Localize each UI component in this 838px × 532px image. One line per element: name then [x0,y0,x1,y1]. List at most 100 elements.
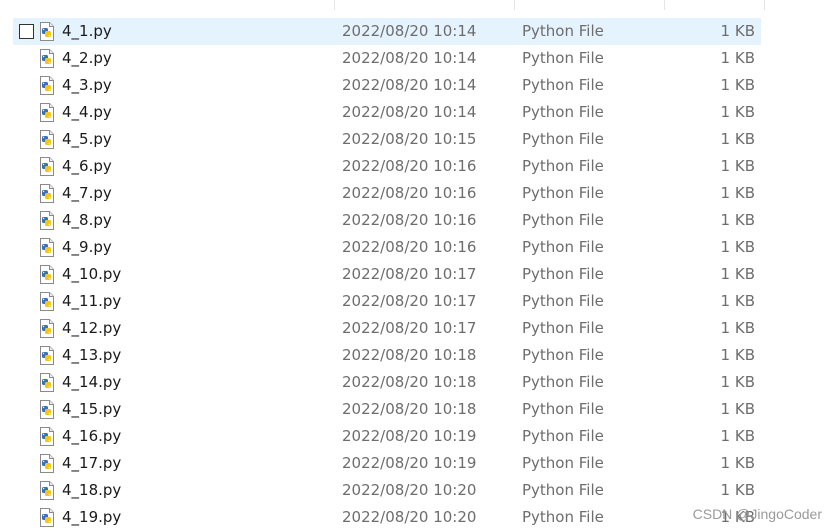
file-name: 4_12.py [62,319,122,337]
file-row[interactable]: 4_13.py 2022/08/20 10:18 Python File 1 K… [13,342,761,369]
file-type: Python File [522,508,604,526]
file-row[interactable]: 4_15.py 2022/08/20 10:18 Python File 1 K… [13,396,761,423]
python-file-icon [39,427,55,446]
file-type: Python File [522,22,604,40]
python-file-icon [39,157,55,176]
file-type: Python File [522,265,604,283]
file-row[interactable]: 4_19.py 2022/08/20 10:20 Python File 1 K… [13,504,761,531]
file-name: 4_8.py [62,211,112,229]
file-date-modified: 2022/08/20 10:17 [342,265,477,283]
file-size: 1 KB [720,481,755,499]
python-file-icon [39,76,55,95]
file-name: 4_2.py [62,49,112,67]
file-row[interactable]: 4_10.py 2022/08/20 10:17 Python File 1 K… [13,261,761,288]
python-file-icon [39,481,55,500]
file-row[interactable]: 4_3.py 2022/08/20 10:14 Python File 1 KB [13,72,761,99]
file-row[interactable]: 4_16.py 2022/08/20 10:19 Python File 1 K… [13,423,761,450]
file-type: Python File [522,292,604,310]
python-file-icon [39,265,55,284]
file-name: 4_4.py [62,103,112,121]
file-date-modified: 2022/08/20 10:16 [342,184,477,202]
file-date-modified: 2022/08/20 10:19 [342,454,477,472]
file-name: 4_16.py [62,427,122,445]
file-size: 1 KB [720,427,755,445]
file-date-modified: 2022/08/20 10:16 [342,157,477,175]
file-row[interactable]: 4_5.py 2022/08/20 10:15 Python File 1 KB [13,126,761,153]
file-type: Python File [522,481,604,499]
file-size: 1 KB [720,103,755,121]
column-divider[interactable] [764,0,765,10]
file-size: 1 KB [720,184,755,202]
column-divider[interactable] [514,0,515,10]
file-row[interactable]: 4_2.py 2022/08/20 10:14 Python File 1 KB [13,45,761,72]
file-type: Python File [522,76,604,94]
file-date-modified: 2022/08/20 10:15 [342,130,477,148]
file-date-modified: 2022/08/20 10:17 [342,292,477,310]
python-file-icon [39,22,55,41]
file-size: 1 KB [720,238,755,256]
file-name: 4_19.py [62,508,122,526]
file-date-modified: 2022/08/20 10:14 [342,22,477,40]
file-type: Python File [522,454,604,472]
file-date-modified: 2022/08/20 10:14 [342,103,477,121]
file-type: Python File [522,319,604,337]
file-row[interactable]: 4_12.py 2022/08/20 10:17 Python File 1 K… [13,315,761,342]
file-row[interactable]: 4_11.py 2022/08/20 10:17 Python File 1 K… [13,288,761,315]
file-size: 1 KB [720,157,755,175]
file-size: 1 KB [720,49,755,67]
file-type: Python File [522,346,604,364]
file-size: 1 KB [720,454,755,472]
file-type: Python File [522,427,604,445]
file-name: 4_18.py [62,481,122,499]
file-name: 4_7.py [62,184,112,202]
file-size: 1 KB [720,76,755,94]
file-row[interactable]: 4_9.py 2022/08/20 10:16 Python File 1 KB [13,234,761,261]
file-type: Python File [522,184,604,202]
file-size: 1 KB [720,292,755,310]
file-name: 4_11.py [62,292,122,310]
file-row[interactable]: 4_17.py 2022/08/20 10:19 Python File 1 K… [13,450,761,477]
file-row[interactable]: 4_8.py 2022/08/20 10:16 Python File 1 KB [13,207,761,234]
row-select-checkbox[interactable] [19,24,34,39]
file-date-modified: 2022/08/20 10:18 [342,346,477,364]
file-row[interactable]: 4_4.py 2022/08/20 10:14 Python File 1 KB [13,99,761,126]
file-row[interactable]: 4_7.py 2022/08/20 10:16 Python File 1 KB [13,180,761,207]
python-file-icon [39,103,55,122]
file-type: Python File [522,157,604,175]
python-file-icon [39,454,55,473]
file-date-modified: 2022/08/20 10:20 [342,508,477,526]
file-name: 4_6.py [62,157,112,175]
file-name: 4_3.py [62,76,112,94]
file-date-modified: 2022/08/20 10:16 [342,211,477,229]
file-size: 1 KB [720,373,755,391]
column-divider[interactable] [334,0,335,10]
file-name: 4_10.py [62,265,122,283]
file-size: 1 KB [720,346,755,364]
python-file-icon [39,346,55,365]
python-file-icon [39,238,55,257]
column-divider[interactable] [664,0,665,10]
file-size: 1 KB [720,400,755,418]
python-file-icon [39,508,55,527]
file-size: 1 KB [720,22,755,40]
file-name: 4_9.py [62,238,112,256]
file-type: Python File [522,130,604,148]
file-row[interactable]: 4_14.py 2022/08/20 10:18 Python File 1 K… [13,369,761,396]
file-date-modified: 2022/08/20 10:20 [342,481,477,499]
file-type: Python File [522,103,604,121]
file-date-modified: 2022/08/20 10:17 [342,319,477,337]
file-row[interactable]: 4_18.py 2022/08/20 10:20 Python File 1 K… [13,477,761,504]
python-file-icon [39,49,55,68]
file-name: 4_5.py [62,130,112,148]
file-name: 4_13.py [62,346,122,364]
file-size: 1 KB [720,265,755,283]
file-row[interactable]: 4_1.py 2022/08/20 10:14 Python File 1 KB [13,18,761,45]
python-file-icon [39,292,55,311]
file-type: Python File [522,238,604,256]
file-name: 4_1.py [62,22,112,40]
python-file-icon [39,319,55,338]
python-file-icon [39,184,55,203]
python-file-icon [39,130,55,149]
file-name: 4_14.py [62,373,122,391]
file-row[interactable]: 4_6.py 2022/08/20 10:16 Python File 1 KB [13,153,761,180]
